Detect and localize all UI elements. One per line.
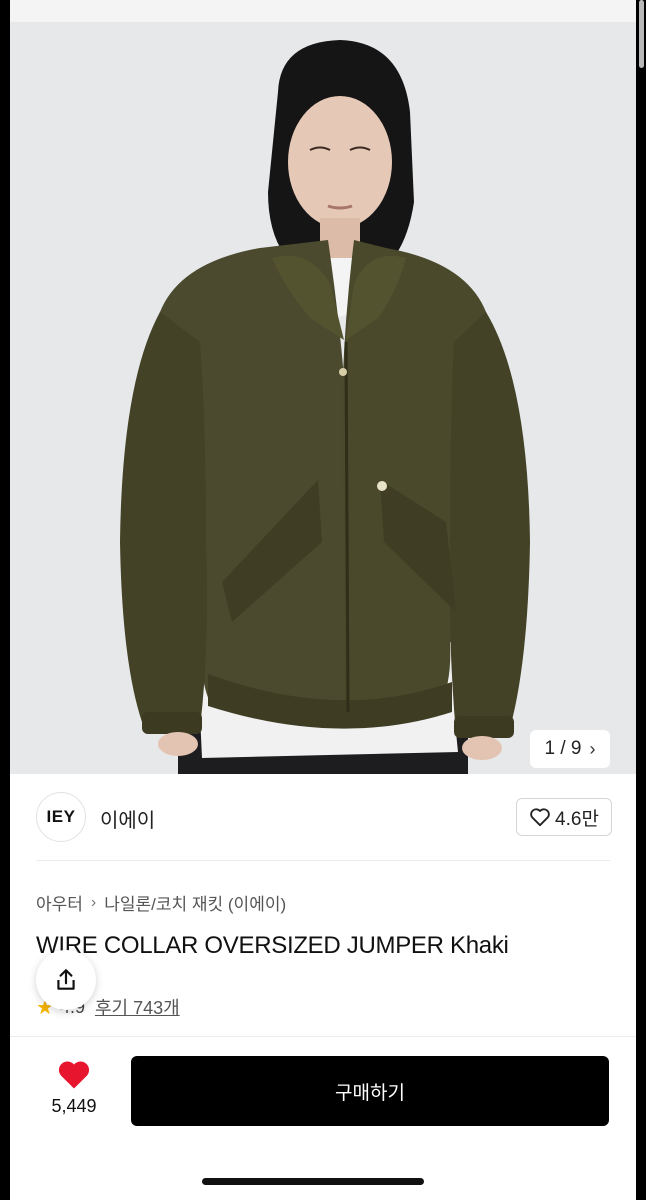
scrollbar[interactable] (639, 0, 644, 68)
reviews-link[interactable]: 후기 743개 (95, 994, 180, 1020)
breadcrumb-category[interactable]: 아우터 (36, 890, 83, 915)
buy-button[interactable]: 구매하기 (131, 1056, 609, 1126)
brand-logo-text: IEY (46, 807, 76, 826)
product-title: WIRE COLLAR OVERSIZED JUMPER Khaki (36, 932, 509, 959)
heart-outline-icon (530, 808, 550, 827)
heart-filled-icon (58, 1061, 90, 1089)
status-bar (10, 0, 636, 22)
share-icon (57, 969, 75, 990)
product-photo (10, 22, 636, 774)
breadcrumb-subcategory[interactable]: 나일론/코치 재킷 (이에이) (104, 890, 286, 915)
image-counter-text: 1 / 9 (544, 738, 582, 759)
brand-logo[interactable]: IEY (36, 792, 86, 842)
product-page: 1 / 9 › IEY 이에이 4.6만 아우터 › 나일론/코치 재킷 (이에… (10, 0, 636, 1200)
like-count: 5,449 (51, 1096, 97, 1116)
chevron-right-icon: › (589, 738, 596, 759)
brand-like-button[interactable]: 4.6만 (516, 798, 612, 836)
brand-row: IEY 이에이 4.6만 (36, 790, 612, 842)
brand-like-count: 4.6만 (555, 808, 599, 830)
brand-name[interactable]: 이에이 (100, 804, 155, 833)
image-counter[interactable]: 1 / 9 › (530, 730, 610, 768)
breadcrumb: 아우터 › 나일론/코치 재킷 (이에이) (36, 890, 286, 915)
home-indicator (202, 1178, 424, 1185)
like-button[interactable]: 5,449 (40, 1058, 108, 1117)
bottom-action-bar: 5,449 구매하기 (10, 1040, 636, 1150)
chevron-right-icon: › (90, 893, 97, 911)
divider (36, 860, 610, 861)
share-button[interactable] (36, 950, 96, 1010)
product-image-carousel[interactable]: 1 / 9 › (10, 22, 636, 774)
divider (10, 1036, 636, 1037)
